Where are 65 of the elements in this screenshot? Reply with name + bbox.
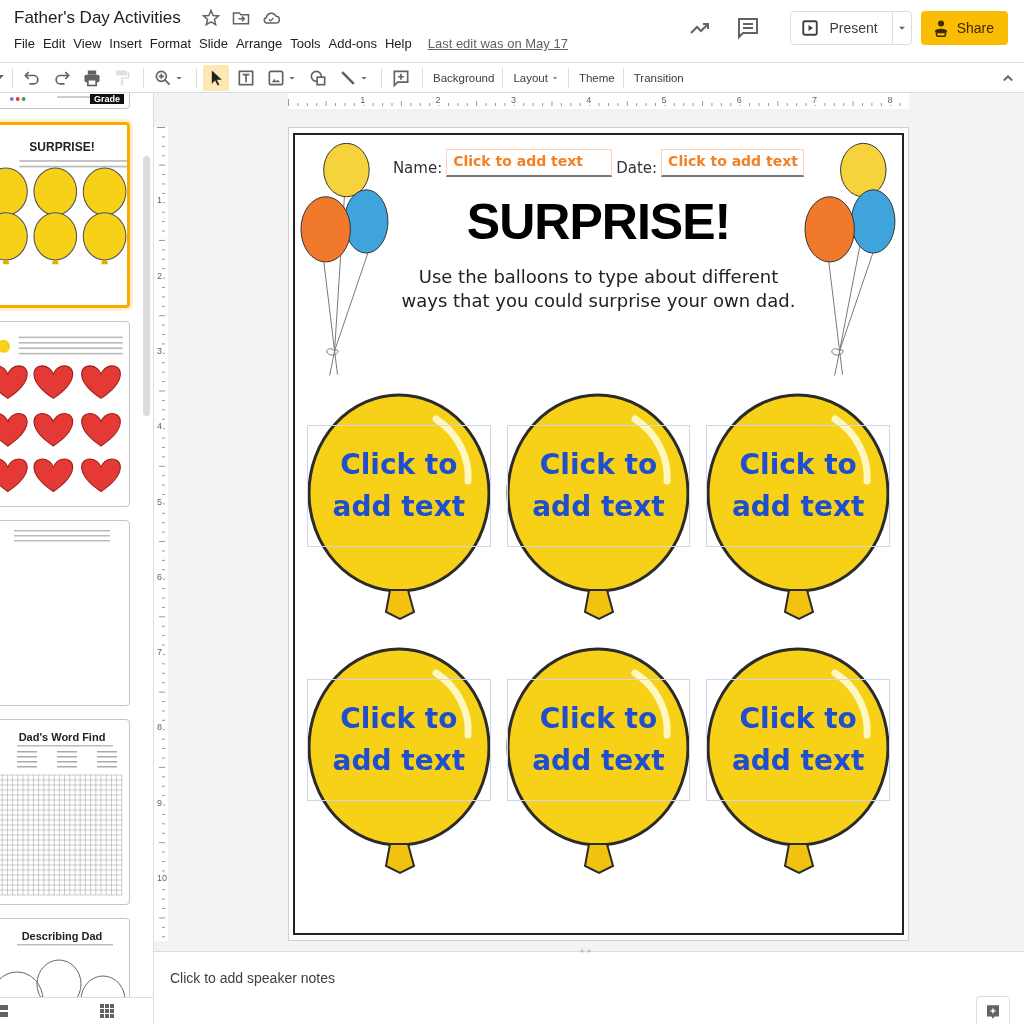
slide-thumbnail[interactable]: Grade (0, 93, 130, 109)
ruler-number: 7 (811, 95, 819, 105)
slide-thumbnail[interactable] (0, 520, 130, 706)
menu-item[interactable]: Edit (42, 35, 73, 52)
menu-item[interactable]: Help (384, 35, 419, 52)
slide-thumbnail[interactable]: Dad's Word Find (0, 719, 130, 905)
ruler-number: 3 (156, 345, 163, 356)
ruler-number: 9 (156, 797, 163, 808)
menu-item[interactable]: Format (149, 35, 198, 52)
instructions-text: Use the balloons to type about different ways that you could surprise your own dad. (401, 265, 796, 314)
text-placeholder[interactable]: Click to add text (307, 679, 491, 801)
slide-thumbnail[interactable]: SURPRISE! (0, 122, 130, 308)
date-label: Date: (616, 159, 658, 177)
text-placeholder[interactable]: Click to add text (506, 425, 691, 547)
text-placeholder[interactable]: Click to add text (506, 679, 691, 801)
person-icon (932, 19, 949, 37)
ruler-number: 3 (509, 95, 517, 105)
toolbar-button[interactable]: Background (429, 65, 499, 90)
menu-item[interactable]: Tools (290, 35, 328, 52)
last-edit-link[interactable]: Last edit was on May 17 (427, 36, 568, 51)
ruler-number: 2 (156, 270, 163, 281)
toolbar-button[interactable]: Transition (629, 65, 688, 90)
comment-icon[interactable] (736, 16, 761, 40)
ruler-number: 1 (156, 195, 163, 206)
share-button[interactable]: Share (920, 11, 1008, 45)
menu-item[interactable]: Slide (199, 35, 235, 52)
play-icon (801, 19, 820, 37)
slide-title: SURPRISE! (466, 193, 731, 251)
ruler-number: 6 (156, 571, 163, 582)
text-placeholder[interactable]: Click to add text (706, 425, 890, 547)
speaker-notes-field[interactable]: Click to add speaker notes (170, 970, 335, 986)
menu-item[interactable]: Arrange (235, 35, 290, 52)
name-label: Name: (392, 159, 443, 177)
menu-item[interactable]: View (73, 35, 109, 52)
document-title[interactable]: Father's Day Activities (14, 8, 181, 28)
ruler-number: 10 (156, 873, 168, 883)
star-icon[interactable] (200, 8, 221, 28)
thumbnail-label: Grade (90, 94, 124, 104)
toolbar-button[interactable]: Layout (509, 65, 564, 90)
ruler-number: 5 (156, 496, 163, 507)
ruler-number: 8 (156, 722, 163, 733)
filmstrip-view-icon[interactable] (0, 1003, 10, 1019)
thumbnail-title: Dad's Word Find (18, 731, 106, 743)
menu-item[interactable]: Insert (109, 35, 149, 52)
ruler-number: 8 (886, 95, 894, 105)
cursor-tool[interactable] (203, 64, 229, 91)
grid-view-icon[interactable] (99, 1003, 115, 1019)
text-placeholder[interactable]: Click to add text (307, 425, 491, 547)
ruler-number: 2 (434, 95, 442, 105)
ruler-number: 6 (735, 95, 743, 105)
thumbnail-title: Describing Dad (21, 930, 103, 942)
thumbnail-title: SURPRISE! (29, 140, 95, 154)
toolbar-button[interactable]: Theme (574, 65, 619, 90)
ruler-number: 4 (156, 421, 163, 432)
scrollbar[interactable] (143, 156, 150, 416)
menu-item[interactable]: File (14, 35, 42, 52)
explore-button[interactable] (976, 996, 1010, 1024)
menu-item[interactable]: Add-ons (328, 35, 384, 52)
text-placeholder[interactable]: Click to add text (706, 679, 890, 801)
present-button[interactable]: Present (791, 12, 893, 44)
ruler-number: 5 (660, 95, 668, 105)
ruler-number: 7 (156, 647, 163, 658)
ruler-number: 4 (585, 95, 593, 105)
ruler-number: 1 (359, 95, 367, 105)
drag-handle-icon[interactable] (580, 949, 592, 953)
